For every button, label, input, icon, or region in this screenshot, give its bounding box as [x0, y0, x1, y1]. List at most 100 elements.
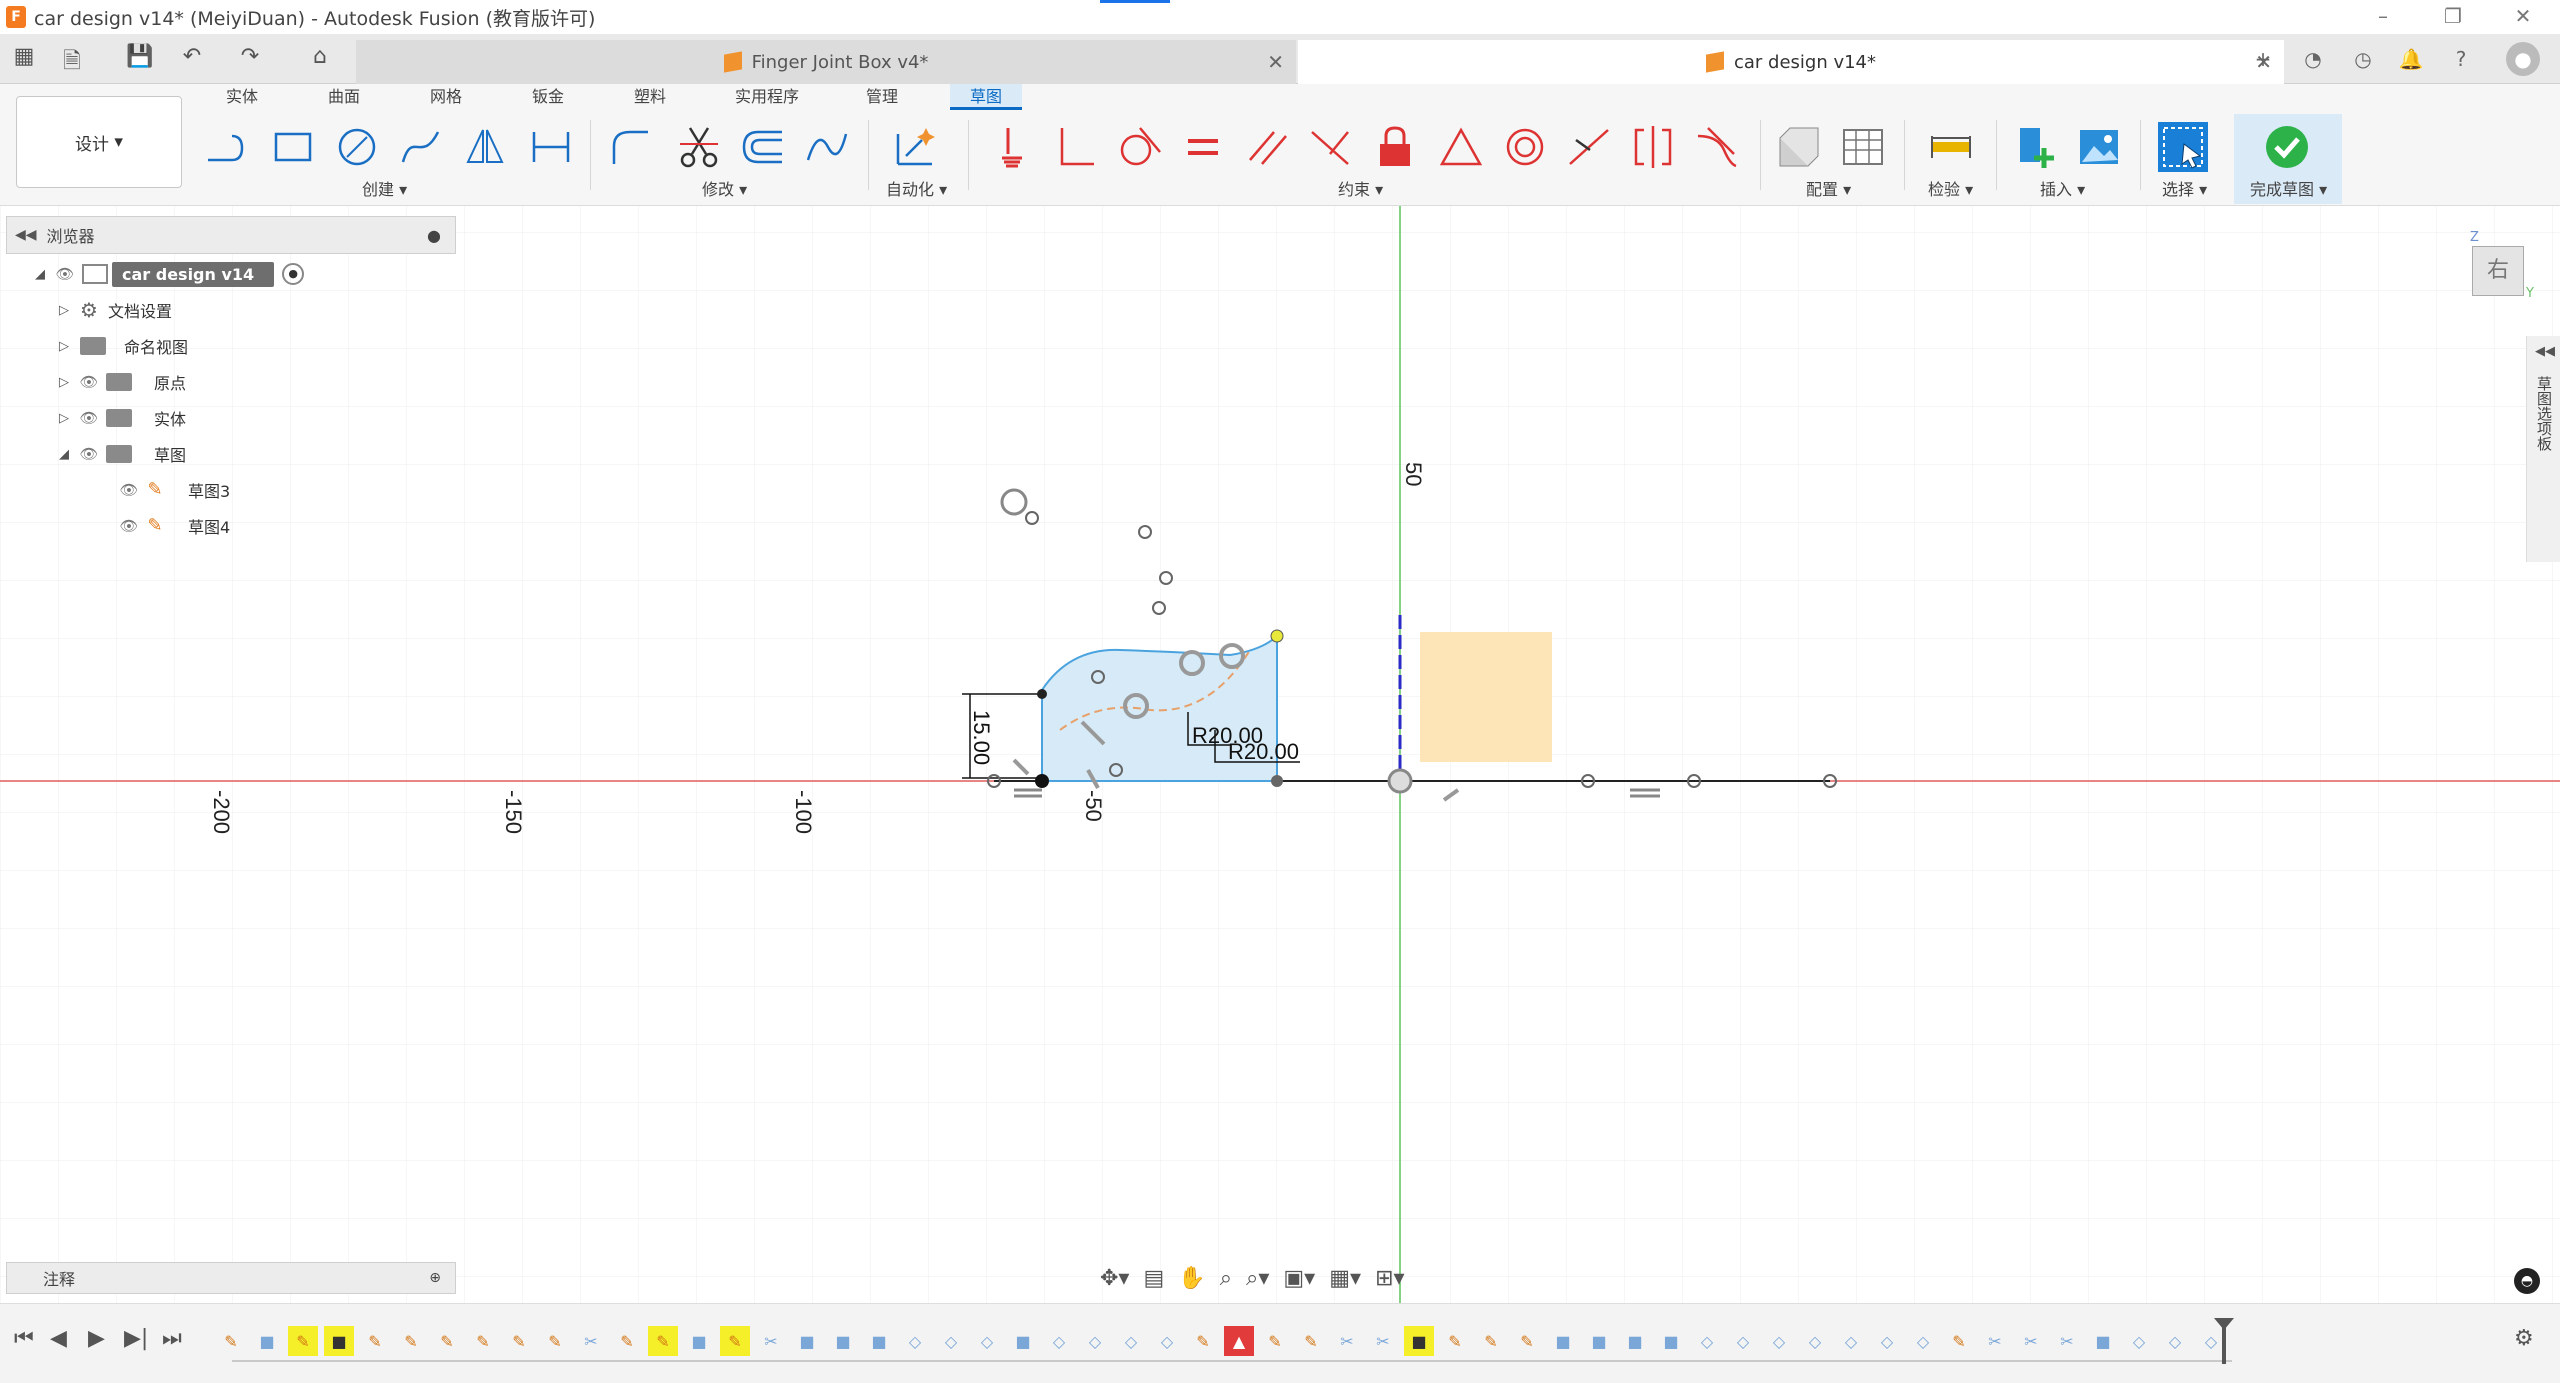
timeline-feature-icon[interactable]: ✂	[1332, 1326, 1362, 1356]
timeline-sketch-icon[interactable]: ✎	[432, 1326, 462, 1356]
timeline-feature-icon[interactable]: ◇	[1692, 1326, 1722, 1356]
timeline-feature-icon[interactable]: ■	[1008, 1326, 1038, 1356]
timeline-sketch-icon[interactable]: ✎	[1944, 1326, 1974, 1356]
timeline-body-icon[interactable]: ■	[252, 1326, 282, 1356]
rectangle-tool-icon[interactable]	[268, 122, 318, 172]
timeline-feature-icon[interactable]: ✂	[2052, 1326, 2082, 1356]
timeline-sketch-icon[interactable]: ✎	[288, 1326, 318, 1356]
timeline-sketch-icon[interactable]: ✎	[1296, 1326, 1326, 1356]
timeline-sketch-icon[interactable]: ✎	[648, 1326, 678, 1356]
sketch-canvas[interactable]: -200 -150 -100 -50 50 15.00 R20.00 R20.0…	[0, 206, 2560, 1303]
timeline-feature-icon[interactable]: ■	[1404, 1326, 1434, 1356]
timeline-feature-icon[interactable]: ✂	[2016, 1326, 2046, 1356]
timeline-feature-icon[interactable]: ◇	[1728, 1326, 1758, 1356]
tab-solid[interactable]: 实体	[216, 84, 268, 110]
timeline-feature-icon[interactable]: ✂	[576, 1326, 606, 1356]
expand-triangle-icon[interactable]: ▷	[52, 339, 76, 354]
file-menu-icon[interactable]: 🗎	[56, 44, 88, 82]
fillet-tool-icon[interactable]	[606, 122, 656, 172]
restore-icon[interactable]: ❐	[2438, 4, 2468, 28]
browser-item-origin[interactable]: ▷ 👁 原点	[52, 367, 186, 397]
symmetry-constraint-icon[interactable]	[1628, 122, 1678, 172]
timeline-feature-icon[interactable]: ◇	[1080, 1326, 1110, 1356]
timeline-feature-icon[interactable]: ◇	[1800, 1326, 1830, 1356]
expand-triangle-icon[interactable]: ▷	[52, 303, 76, 318]
timeline-feature-icon[interactable]: ■	[684, 1326, 714, 1356]
eye-visibility-icon[interactable]: 👁	[76, 409, 102, 427]
activate-radio-icon[interactable]: ●	[282, 263, 305, 285]
timeline-feature-icon[interactable]: ◇	[1044, 1326, 1074, 1356]
timeline-sketch-icon[interactable]: ✎	[1260, 1326, 1290, 1356]
step-forward-icon[interactable]: ▶|	[124, 1326, 148, 1351]
timeline-feature-icon[interactable]: ◇	[1152, 1326, 1182, 1356]
tab-plastic[interactable]: 塑料	[624, 84, 676, 110]
pan-hand-icon[interactable]: ✋	[1178, 1266, 1205, 1291]
timeline-feature-icon[interactable]: ■	[1584, 1326, 1614, 1356]
timeline-feature-icon[interactable]: ✂	[1980, 1326, 2010, 1356]
coincident-constraint-icon[interactable]	[1306, 122, 1356, 172]
collapse-triangle-icon[interactable]: ◢	[28, 267, 52, 282]
help-icon[interactable]: ?	[2444, 42, 2478, 76]
viewports-icon[interactable]: ⊞▾	[1375, 1266, 1404, 1291]
viewcube[interactable]: 右	[2472, 246, 2524, 296]
configure-group-label[interactable]: 配置 ▾	[1806, 176, 1851, 200]
tab-sketch[interactable]: 草图	[950, 84, 1022, 110]
inspect-group-label[interactable]: 检验 ▾	[1928, 176, 1973, 200]
fit-zoom-icon[interactable]: ⌕▾	[1246, 1266, 1269, 1291]
go-to-start-icon[interactable]: ⏮	[14, 1326, 34, 1351]
expand-triangle-icon[interactable]: ▷	[52, 375, 76, 390]
timeline-error-feature-icon[interactable]: ▲	[1224, 1326, 1254, 1356]
modify-group-label[interactable]: 修改 ▾	[702, 176, 747, 200]
timeline-feature-icon[interactable]: ◇	[972, 1326, 1002, 1356]
select-group-label[interactable]: 选择 ▾	[2162, 176, 2207, 200]
timeline-sketch-icon[interactable]: ✎	[1476, 1326, 1506, 1356]
new-tab-plus-icon[interactable]: +	[2246, 42, 2280, 76]
timeline-feature-icon[interactable]: ■	[792, 1326, 822, 1356]
zoom-icon[interactable]: ⌕	[1220, 1266, 1232, 1291]
equal-constraint-icon[interactable]	[1178, 122, 1228, 172]
select-cursor-icon[interactable]	[2158, 122, 2208, 172]
create-group-label[interactable]: 创建 ▾	[362, 176, 407, 200]
curvature-constraint-icon[interactable]	[1692, 122, 1742, 172]
grid-settings-icon[interactable]: ▦▾	[1329, 1266, 1361, 1291]
play-icon[interactable]: ▶	[88, 1326, 105, 1351]
notifications-bell-icon[interactable]: 🔔	[2394, 42, 2428, 76]
chat-assistant-icon[interactable]: ◓	[2514, 1268, 2540, 1294]
insert-group-label[interactable]: 插入 ▾	[2040, 176, 2085, 200]
timeline-feature-icon[interactable]: ■	[1620, 1326, 1650, 1356]
undo-icon[interactable]: ↶	[176, 44, 208, 69]
dimension-tool-icon[interactable]	[526, 122, 576, 172]
timeline-feature-icon[interactable]: ◇	[2160, 1326, 2190, 1356]
circle-tool-icon[interactable]	[332, 122, 382, 172]
display-settings-icon[interactable]: ▣▾	[1283, 1266, 1315, 1291]
orbit-icon[interactable]: ✥▾	[1100, 1266, 1129, 1291]
timeline-feature-icon[interactable]: ◇	[1764, 1326, 1794, 1356]
browser-item-sketches[interactable]: ◢ 👁 草图	[52, 439, 186, 469]
collapse-browser-icon[interactable]: ◀◀	[15, 227, 37, 243]
timeline-feature-icon[interactable]: ◇	[1116, 1326, 1146, 1356]
browser-item-sketch3[interactable]: 👁 ✎ 草图3	[116, 475, 230, 505]
expand-palette-icon[interactable]: ◀◀	[2535, 344, 2555, 359]
tab-finger-joint-box[interactable]: Finger Joint Box v4* ✕	[356, 40, 1296, 84]
tangent-constraint-icon[interactable]	[1114, 122, 1164, 172]
tab-surface[interactable]: 曲面	[318, 84, 370, 110]
timeline-feature-icon[interactable]: ✂	[756, 1326, 786, 1356]
tab-car-design[interactable]: car design v14* ✕	[1298, 40, 2284, 84]
tab-mesh[interactable]: 网格	[420, 84, 472, 110]
add-note-icon[interactable]: ⊕	[429, 1270, 441, 1286]
parallel-constraint-icon[interactable]	[1242, 122, 1292, 172]
timeline-feature-icon[interactable]: ■	[828, 1326, 858, 1356]
timeline-feature-icon[interactable]: ◇	[900, 1326, 930, 1356]
eye-visibility-icon[interactable]: 👁	[116, 517, 142, 535]
browser-root-node[interactable]: ◢ 👁 car design v14 ●	[28, 259, 305, 289]
offset-tool-icon[interactable]	[738, 122, 788, 172]
insert-component-icon[interactable]	[2012, 122, 2062, 172]
timeline-sketch-icon[interactable]: ✎	[1512, 1326, 1542, 1356]
eye-visibility-icon[interactable]: 👁	[76, 445, 102, 463]
timeline-feature-icon[interactable]: ◇	[1908, 1326, 1938, 1356]
timeline-feature-icon[interactable]: ■	[324, 1326, 354, 1356]
automate-group-label[interactable]: 自动化 ▾	[886, 176, 947, 200]
line-tool-icon[interactable]	[200, 122, 250, 172]
timeline-feature-icon[interactable]: ■	[864, 1326, 894, 1356]
timeline-sketch-icon[interactable]: ✎	[504, 1326, 534, 1356]
